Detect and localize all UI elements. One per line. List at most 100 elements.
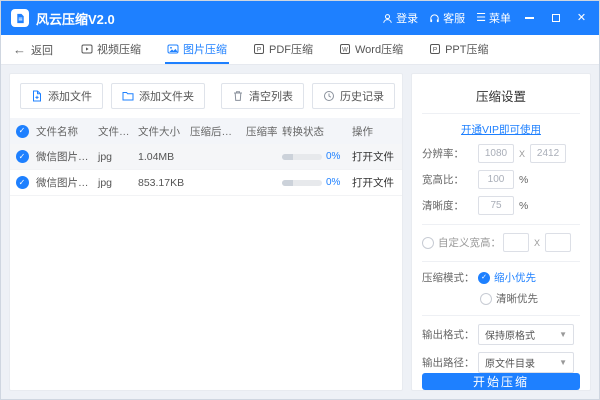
row-checkbox[interactable]: ✓ bbox=[16, 176, 29, 189]
login-label: 登录 bbox=[396, 10, 418, 26]
aspect-ratio-unit: % bbox=[519, 174, 528, 186]
select-all-checkbox[interactable]: ✓ bbox=[16, 125, 29, 138]
file-format: jpg bbox=[96, 177, 136, 189]
output-format-label: 输出格式： bbox=[422, 327, 478, 342]
vip-link[interactable]: 开通VIP即可使用 bbox=[422, 122, 580, 137]
mode-shrink-label[interactable]: 缩小优先 bbox=[494, 270, 536, 285]
content-area: 添加文件 添加文件夹 清空列表 历史记录 ✓ bbox=[1, 65, 599, 399]
check-icon: ✓ bbox=[19, 153, 26, 161]
custom-size-radio[interactable] bbox=[422, 237, 434, 249]
caret-down-icon: ▼ bbox=[559, 331, 567, 339]
header-check-cell: ✓ bbox=[10, 125, 34, 138]
section-divider bbox=[422, 261, 580, 262]
trash-icon bbox=[232, 90, 244, 102]
app-window: 风云压缩V2.0 登录 客服 ☰ 菜单 ✕ ← 返回 bbox=[0, 0, 600, 400]
aspect-ratio-row: 宽高比： % bbox=[422, 170, 580, 189]
row-check-cell: ✓ bbox=[10, 150, 34, 163]
file-row[interactable]: ✓ 微信图片_2... jpg 853.17KB 0% 打开文件 ✕ bbox=[10, 170, 402, 196]
delete-file-icon[interactable]: ✕ bbox=[401, 177, 402, 188]
close-button[interactable]: ✕ bbox=[574, 9, 589, 27]
tab-ppt-compress[interactable]: P PPT压缩 bbox=[427, 35, 490, 64]
tab-video-compress[interactable]: 视频压缩 bbox=[79, 35, 143, 64]
file-row[interactable]: ✓ 微信图片_2... jpg 1.04MB 0% 打开文件 ✕ bbox=[10, 144, 402, 170]
tab-image-compress[interactable]: 图片压缩 bbox=[165, 35, 229, 64]
svg-text:P: P bbox=[257, 46, 261, 53]
back-label: 返回 bbox=[31, 42, 53, 58]
custom-width-input[interactable] bbox=[503, 233, 529, 252]
clear-list-button[interactable]: 清空列表 bbox=[221, 83, 304, 109]
service-label: 客服 bbox=[443, 10, 465, 26]
tab-label: 图片压缩 bbox=[183, 41, 227, 57]
custom-size-label: 自定义宽高： bbox=[438, 235, 501, 250]
output-path-row: 输出路径： 原文件目录 ▼ bbox=[422, 352, 580, 373]
check-icon: ✓ bbox=[481, 274, 487, 281]
progress-percent: 0% bbox=[326, 177, 340, 188]
customer-service-button[interactable]: 客服 bbox=[429, 10, 465, 26]
start-compress-button[interactable]: 开始压缩 bbox=[422, 373, 580, 390]
back-button[interactable]: ← 返回 bbox=[13, 42, 53, 58]
maximize-button[interactable] bbox=[548, 9, 563, 27]
image-icon bbox=[167, 43, 179, 55]
col-header-action: 操作 bbox=[350, 124, 402, 139]
settings-title: 压缩设置 bbox=[422, 82, 580, 114]
section-divider bbox=[422, 315, 580, 316]
close-icon: ✕ bbox=[577, 13, 586, 24]
menu-label: 菜单 bbox=[489, 10, 511, 26]
add-folder-label: 添加文件夹 bbox=[139, 88, 194, 104]
menu-button[interactable]: ☰ 菜单 bbox=[476, 10, 511, 26]
file-name: 微信图片_2... bbox=[34, 149, 96, 164]
custom-size-separator: X bbox=[534, 238, 540, 248]
history-label: 历史记录 bbox=[340, 88, 384, 104]
titlebar-actions: 登录 客服 ☰ 菜单 ✕ bbox=[382, 9, 589, 27]
open-file-link[interactable]: 打开文件 bbox=[352, 175, 394, 190]
file-size: 1.04MB bbox=[136, 151, 188, 163]
clarity-unit: % bbox=[519, 200, 528, 212]
col-header-status: 转换状态 bbox=[280, 124, 350, 139]
progress-bar bbox=[282, 180, 322, 186]
progress-percent: 0% bbox=[326, 151, 340, 162]
progress-fill bbox=[282, 154, 293, 160]
minimize-button[interactable] bbox=[522, 9, 537, 27]
tab-word-compress[interactable]: W Word压缩 bbox=[337, 35, 405, 64]
tab-label: Word压缩 bbox=[355, 41, 403, 57]
video-icon bbox=[81, 43, 93, 55]
pdf-icon: P bbox=[253, 43, 265, 55]
settings-panel: 压缩设置 开通VIP即可使用 分辨率： X 宽高比： % 清晰度： % bbox=[411, 73, 591, 391]
custom-height-input[interactable] bbox=[545, 233, 571, 252]
mode-label: 压缩模式： bbox=[422, 270, 478, 285]
logo-document-icon bbox=[15, 13, 26, 24]
clarity-input[interactable] bbox=[478, 196, 514, 215]
resolution-width-input[interactable] bbox=[478, 144, 514, 163]
svg-text:P: P bbox=[433, 46, 437, 53]
aspect-ratio-input[interactable] bbox=[478, 170, 514, 189]
add-file-button[interactable]: 添加文件 bbox=[20, 83, 103, 109]
aspect-ratio-label: 宽高比： bbox=[422, 172, 478, 187]
login-button[interactable]: 登录 bbox=[382, 10, 418, 26]
add-folder-button[interactable]: 添加文件夹 bbox=[111, 83, 205, 109]
delete-file-icon[interactable]: ✕ bbox=[401, 151, 402, 162]
open-file-link[interactable]: 打开文件 bbox=[352, 149, 394, 164]
file-action-cell: 打开文件 ✕ bbox=[350, 149, 402, 164]
col-header-format: 文件格式 bbox=[96, 124, 136, 139]
row-checkbox[interactable]: ✓ bbox=[16, 150, 29, 163]
mode-clarity-radio[interactable] bbox=[480, 293, 492, 305]
mode-clarity-label[interactable]: 清晰优先 bbox=[496, 291, 538, 306]
col-header-compressed-size: 压缩后大小 bbox=[188, 124, 244, 139]
tab-pdf-compress[interactable]: P PDF压缩 bbox=[251, 35, 315, 64]
output-path-select[interactable]: 原文件目录 ▼ bbox=[478, 352, 574, 373]
hamburger-icon: ☰ bbox=[476, 13, 486, 24]
file-status: 0% bbox=[280, 151, 350, 162]
col-header-name: 文件名称 bbox=[34, 124, 96, 139]
mode-shrink-radio[interactable]: ✓ bbox=[478, 272, 490, 284]
output-format-select[interactable]: 保持原格式 ▼ bbox=[478, 324, 574, 345]
table-header: ✓ 文件名称 文件格式 文件大小 压缩后大小 压缩率 转换状态 操作 bbox=[10, 118, 402, 144]
clarity-row: 清晰度： % bbox=[422, 196, 580, 215]
col-header-size: 文件大小 bbox=[136, 124, 188, 139]
history-button[interactable]: 历史记录 bbox=[312, 83, 395, 109]
resolution-height-input[interactable] bbox=[530, 144, 566, 163]
clarity-label: 清晰度： bbox=[422, 198, 478, 213]
add-file-label: 添加文件 bbox=[48, 88, 92, 104]
output-path-value: 原文件目录 bbox=[485, 355, 535, 370]
app-title: 风云压缩V2.0 bbox=[36, 9, 115, 28]
minimize-icon bbox=[525, 17, 534, 19]
